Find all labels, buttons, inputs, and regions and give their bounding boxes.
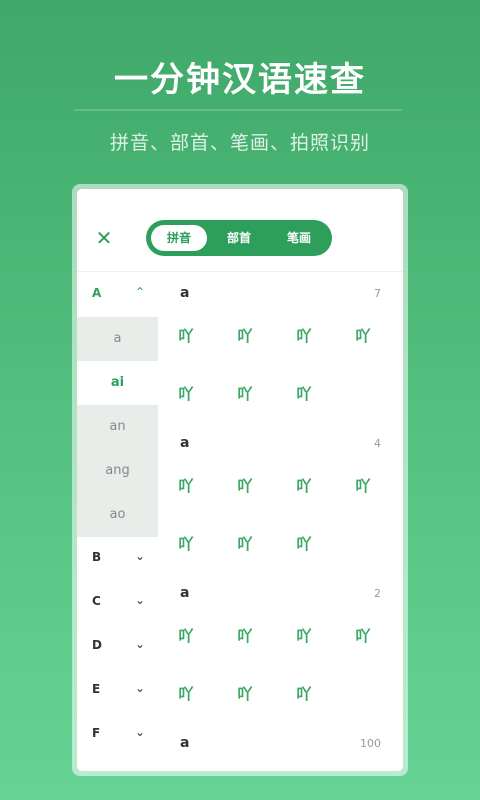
syllable-an[interactable]: an [77, 405, 158, 449]
chevron-down-icon: ⌄ [135, 681, 146, 695]
character-cell[interactable]: 吖 [168, 683, 204, 704]
tab-stroke[interactable]: 笔画 [271, 225, 327, 251]
section-count: 100 [360, 737, 381, 750]
letter-row-d[interactable]: D ⌄ [77, 625, 158, 669]
section-pinyin: a [180, 435, 190, 451]
letter-label: C [92, 594, 101, 608]
character-cell[interactable]: 吖 [168, 533, 204, 554]
syllable-a[interactable]: a [77, 317, 158, 361]
character-cell[interactable]: 吖 [286, 325, 322, 346]
chevron-up-icon: ⌃ [135, 285, 146, 299]
letter-row-f[interactable]: F ⌄ [77, 713, 158, 757]
character-cell[interactable]: 吖 [227, 475, 263, 496]
character-cell[interactable]: 吖 [286, 625, 322, 646]
letter-label: E [92, 682, 101, 696]
character-cell[interactable]: 吖 [286, 475, 322, 496]
letter-row-e[interactable]: E ⌄ [77, 669, 158, 713]
character-cell[interactable]: 吖 [345, 475, 381, 496]
section-count: 4 [374, 437, 381, 450]
character-cell[interactable]: 吖 [286, 533, 322, 554]
chevron-down-icon: ⌄ [135, 637, 146, 651]
character-cell[interactable]: 吖 [227, 625, 263, 646]
section-pinyin: a [180, 285, 190, 301]
syllable-ai[interactable]: ai [77, 361, 158, 405]
character-cell[interactable]: 吖 [345, 325, 381, 346]
character-cell[interactable]: 吖 [168, 325, 204, 346]
hero-divider [74, 109, 402, 111]
letter-row-b[interactable]: B ⌄ [77, 537, 158, 581]
divider [77, 271, 403, 272]
mode-switch: 拼音 部首 笔画 [146, 220, 332, 256]
character-cell[interactable]: 吖 [227, 533, 263, 554]
hero-subtitle: 拼音、部首、笔画、拍照识别 [109, 132, 370, 154]
letter-label: A [92, 286, 102, 300]
hero-title: 一分钟汉语速查 [114, 60, 366, 100]
letter-label: B [92, 550, 102, 564]
character-cell[interactable]: 吖 [168, 625, 204, 646]
character-cell[interactable]: 吖 [345, 625, 381, 646]
close-icon[interactable]: ✕ [95, 228, 113, 248]
character-cell[interactable]: 吖 [227, 683, 263, 704]
tab-pinyin[interactable]: 拼音 [151, 225, 207, 251]
section-pinyin: a [180, 585, 190, 601]
tab-radical[interactable]: 部首 [211, 225, 267, 251]
letter-label: D [92, 638, 102, 652]
letter-index: A ⌃ a ai an ang ao B ⌄ C ⌄ D ⌄ E ⌄ F ⌄ [77, 273, 158, 771]
character-cell[interactable]: 吖 [227, 383, 263, 404]
character-cell[interactable]: 吖 [227, 325, 263, 346]
letter-row-a[interactable]: A ⌃ [77, 273, 158, 317]
section-count: 2 [374, 587, 381, 600]
lookup-card: ✕ 拼音 部首 笔画 A ⌃ a ai an ang ao B ⌄ C ⌄ D … [77, 189, 403, 771]
section-count: 7 [374, 287, 381, 300]
letter-label: F [92, 726, 101, 740]
syllable-ao[interactable]: ao [77, 493, 158, 537]
chevron-down-icon: ⌄ [135, 593, 146, 607]
character-cell[interactable]: 吖 [286, 383, 322, 404]
character-cell[interactable]: 吖 [168, 383, 204, 404]
section-pinyin: a [180, 735, 190, 751]
character-cell[interactable]: 吖 [168, 475, 204, 496]
letter-row-c[interactable]: C ⌄ [77, 581, 158, 625]
character-cell[interactable]: 吖 [286, 683, 322, 704]
chevron-down-icon: ⌄ [135, 725, 146, 739]
syllable-ang[interactable]: ang [77, 449, 158, 493]
chevron-down-icon: ⌄ [135, 549, 146, 563]
